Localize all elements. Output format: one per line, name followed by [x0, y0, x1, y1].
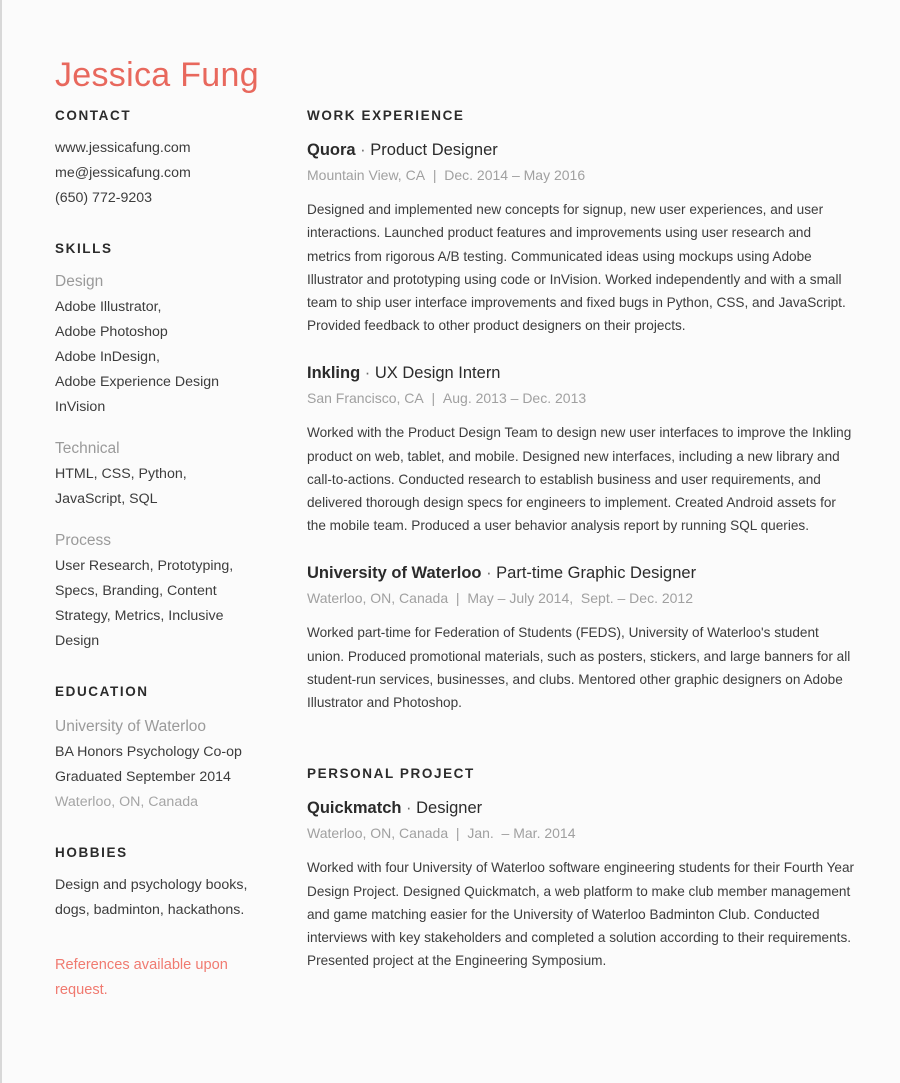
page-title: Jessica Fung: [55, 55, 259, 94]
entry-description: Designed and implemented new concepts fo…: [307, 202, 846, 334]
skill-line: Strategy, Metrics, Inclusive: [55, 608, 224, 625]
skills-group-label: Technical: [55, 440, 120, 458]
entry-meta: Waterloo, ON, Canada | Jan. – Mar. 2014: [307, 822, 855, 844]
skill-line: JavaScript, SQL: [55, 491, 158, 508]
entry-dates: Jan. – Mar. 2014: [467, 825, 576, 842]
references-note: References available upon request.: [55, 956, 228, 998]
entry-role: UX Design Intern: [374, 364, 501, 383]
skills-section: SKILLS Design Adobe Illustrator, Adobe P…: [55, 241, 265, 654]
entry-separator: ·: [360, 364, 375, 383]
skill-line: Specs, Branding, Content: [55, 583, 217, 600]
skill-line: Adobe Experience Design: [55, 374, 220, 391]
entry-title: Quora · Product Designer: [307, 138, 855, 162]
entry-location: Mountain View, CA: [307, 167, 426, 184]
meta-divider: |: [455, 590, 460, 607]
hobbies-line: dogs, badminton, hackathons.: [55, 901, 245, 918]
skills-heading: SKILLS: [55, 241, 113, 257]
skill-line: User Research, Prototyping,: [55, 558, 234, 575]
contact-section: CONTACT www.jessicafung.com me@jessicafu…: [55, 108, 265, 211]
work-entry-university-of-waterloo: University of Waterloo · Part-time Graph…: [307, 561, 855, 714]
hobbies-section: HOBBIES Design and psychology books, dog…: [55, 845, 265, 923]
entry-meta: San Francisco, CA | Aug. 2013 – Dec. 201…: [307, 387, 855, 409]
skill-line: Design: [55, 633, 100, 650]
entry-location: San Francisco, CA: [307, 390, 424, 407]
entry-org: University of Waterloo: [307, 564, 482, 583]
entry-separator: ·: [401, 799, 417, 818]
entry-description: Worked with four University of Waterloo …: [307, 860, 855, 969]
contact-heading: CONTACT: [55, 108, 132, 123]
entry-org: Inkling: [307, 364, 361, 383]
education-location: Waterloo, ON, Canada: [55, 793, 198, 810]
main-column: WORK EXPERIENCE Quora · Product Designer…: [307, 108, 855, 972]
hobbies-heading: HOBBIES: [55, 844, 128, 860]
entry-meta: Mountain View, CA | Dec. 2014 – May 2016: [307, 164, 855, 186]
skill-line: Adobe InDesign,: [55, 349, 160, 366]
meta-divider: |: [432, 167, 437, 184]
entry-title: University of Waterloo · Part-time Graph…: [307, 561, 855, 585]
meta-divider: |: [455, 825, 460, 842]
education-heading: EDUCATION: [55, 684, 149, 700]
entry-org: Quora: [307, 141, 356, 160]
resume-page: Jessica Fung CONTACT www.jessicafung.com…: [0, 0, 900, 1083]
contact-email[interactable]: me@jessicafung.com: [55, 161, 265, 186]
entry-description: Worked with the Product Design Team to d…: [307, 425, 852, 534]
skill-line: InVision: [55, 399, 106, 416]
entry-location: Waterloo, ON, Canada: [307, 825, 449, 842]
skills-group-label: Design: [55, 273, 104, 291]
entry-separator: ·: [481, 564, 497, 583]
project-entry-quickmatch: Quickmatch · Designer Waterloo, ON, Cana…: [307, 796, 855, 972]
entry-role: Designer: [416, 799, 483, 818]
entry-description: Worked part-time for Federation of Stude…: [307, 625, 851, 711]
education-section: EDUCATION University of Waterloo BA Hono…: [55, 684, 265, 814]
education-degree: BA Honors Psychology Co-op: [55, 743, 242, 760]
contact-website[interactable]: www.jessicafung.com: [55, 136, 265, 161]
skills-group-label: Process: [55, 532, 111, 550]
skill-line: Adobe Illustrator,: [55, 299, 162, 316]
entry-role: Part-time Graphic Designer: [496, 564, 697, 583]
entry-location: Waterloo, ON, Canada: [307, 590, 449, 607]
personal-project-heading: PERSONAL PROJECT: [307, 766, 475, 782]
contact-phone[interactable]: (650) 772-9203: [55, 186, 265, 211]
skill-line: HTML, CSS, Python,: [55, 466, 187, 483]
entry-dates: Dec. 2014 – May 2016: [444, 167, 586, 184]
education-graduated: Graduated September 2014: [55, 768, 231, 785]
skills-group-technical: Technical HTML, CSS, Python, JavaScript,…: [55, 436, 265, 512]
entry-dates: May – July 2014, Sept. – Dec. 2012: [467, 590, 694, 607]
work-entry-quora: Quora · Product Designer Mountain View, …: [307, 138, 855, 337]
meta-divider: |: [431, 390, 436, 407]
entry-separator: ·: [355, 141, 371, 160]
hobbies-line: Design and psychology books,: [55, 876, 248, 893]
entry-role: Product Designer: [370, 141, 498, 160]
skills-group-design: Design Adobe Illustrator, Adobe Photosho…: [55, 269, 265, 420]
entry-title: Quickmatch · Designer: [307, 796, 855, 820]
education-school: University of Waterloo: [55, 717, 207, 735]
entry-dates: Aug. 2013 – Dec. 2013: [442, 390, 587, 407]
entry-meta: Waterloo, ON, Canada | May – July 2014, …: [307, 587, 855, 609]
skills-group-process: Process User Research, Prototyping, Spec…: [55, 528, 265, 654]
entry-title: Inkling · UX Design Intern: [307, 361, 855, 385]
work-entry-inkling: Inkling · UX Design Intern San Francisco…: [307, 361, 855, 537]
sidebar: CONTACT www.jessicafung.com me@jessicafu…: [55, 108, 265, 1003]
entry-org: Quickmatch: [307, 799, 402, 818]
skill-line: Adobe Photoshop: [55, 324, 168, 341]
work-experience-heading: WORK EXPERIENCE: [307, 108, 465, 123]
